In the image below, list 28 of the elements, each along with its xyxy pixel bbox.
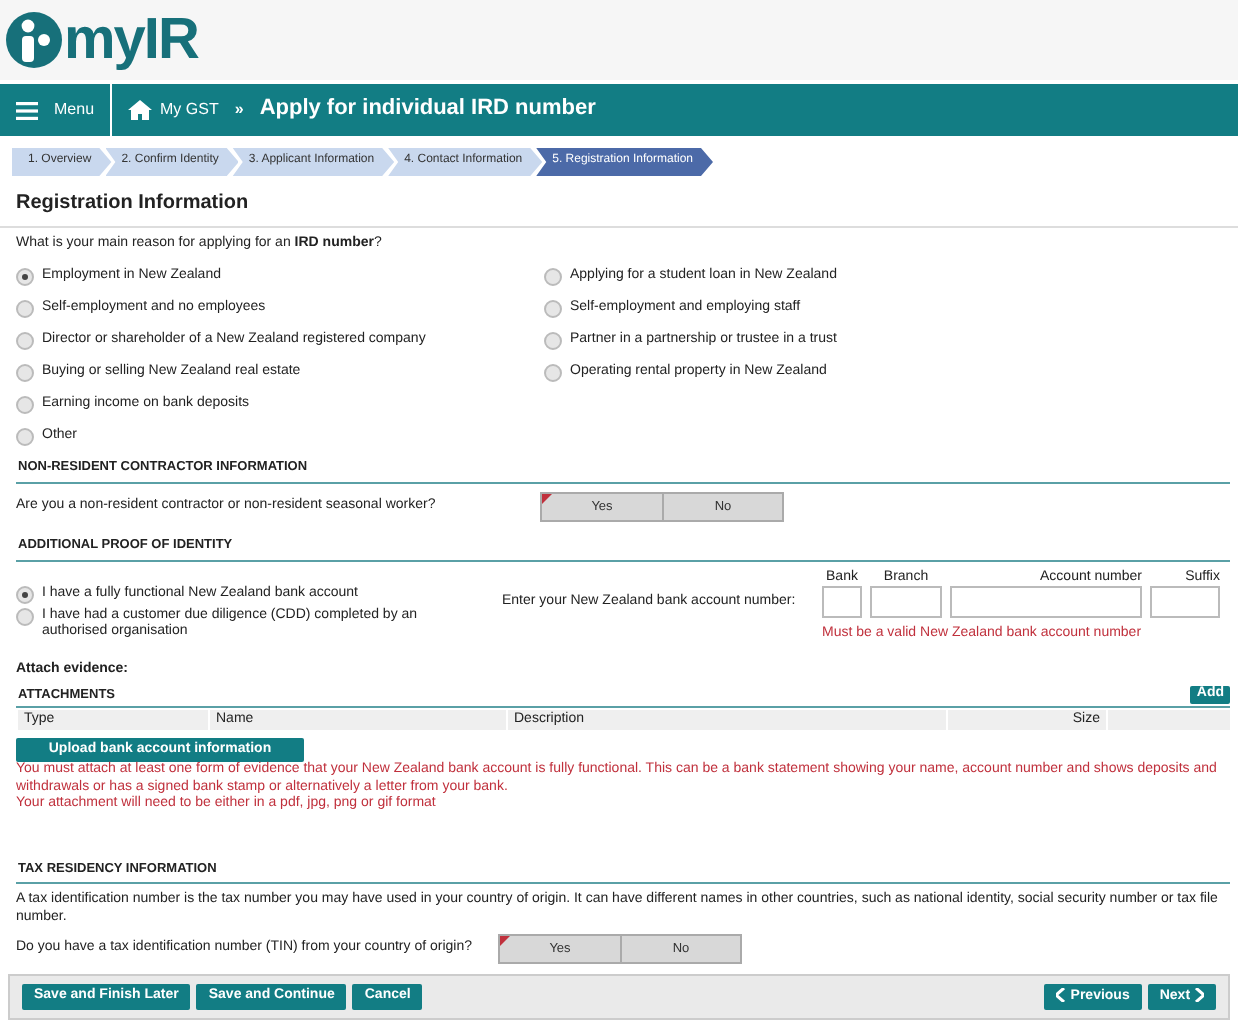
input-field[interactable]	[870, 586, 942, 619]
radio-button[interactable]	[16, 427, 34, 446]
radio-button[interactable]	[16, 395, 34, 414]
menu-button[interactable]: Menu	[0, 84, 113, 136]
radio-button[interactable]	[544, 331, 562, 350]
page-title: Apply for individual IRD number	[259, 96, 596, 124]
input-field[interactable]	[950, 586, 1142, 619]
input-field[interactable]	[822, 586, 862, 619]
flag-icon	[500, 936, 510, 947]
input-field[interactable]	[1150, 586, 1220, 619]
home-icon[interactable]	[128, 100, 153, 120]
section-heading: Registration Information	[16, 192, 251, 216]
chevron-left-icon	[1056, 988, 1067, 1003]
radio-button[interactable]	[544, 267, 562, 286]
flag-icon	[542, 494, 552, 505]
chevron-right-icon	[1194, 988, 1204, 1003]
radio-button[interactable]	[16, 331, 34, 350]
breadcrumb-separator: »	[234, 100, 244, 120]
radio-button[interactable]	[16, 299, 34, 318]
breadcrumb-link[interactable]: My GST	[160, 100, 219, 120]
radio-button[interactable]	[16, 267, 34, 286]
menu-icon	[16, 101, 38, 119]
radio-button[interactable]	[16, 585, 34, 604]
radio-button[interactable]	[544, 299, 562, 318]
logo-text: myIR	[64, 11, 198, 69]
radio-button[interactable]	[544, 363, 562, 382]
radio-button[interactable]	[16, 607, 34, 626]
radio-button[interactable]	[16, 363, 34, 382]
